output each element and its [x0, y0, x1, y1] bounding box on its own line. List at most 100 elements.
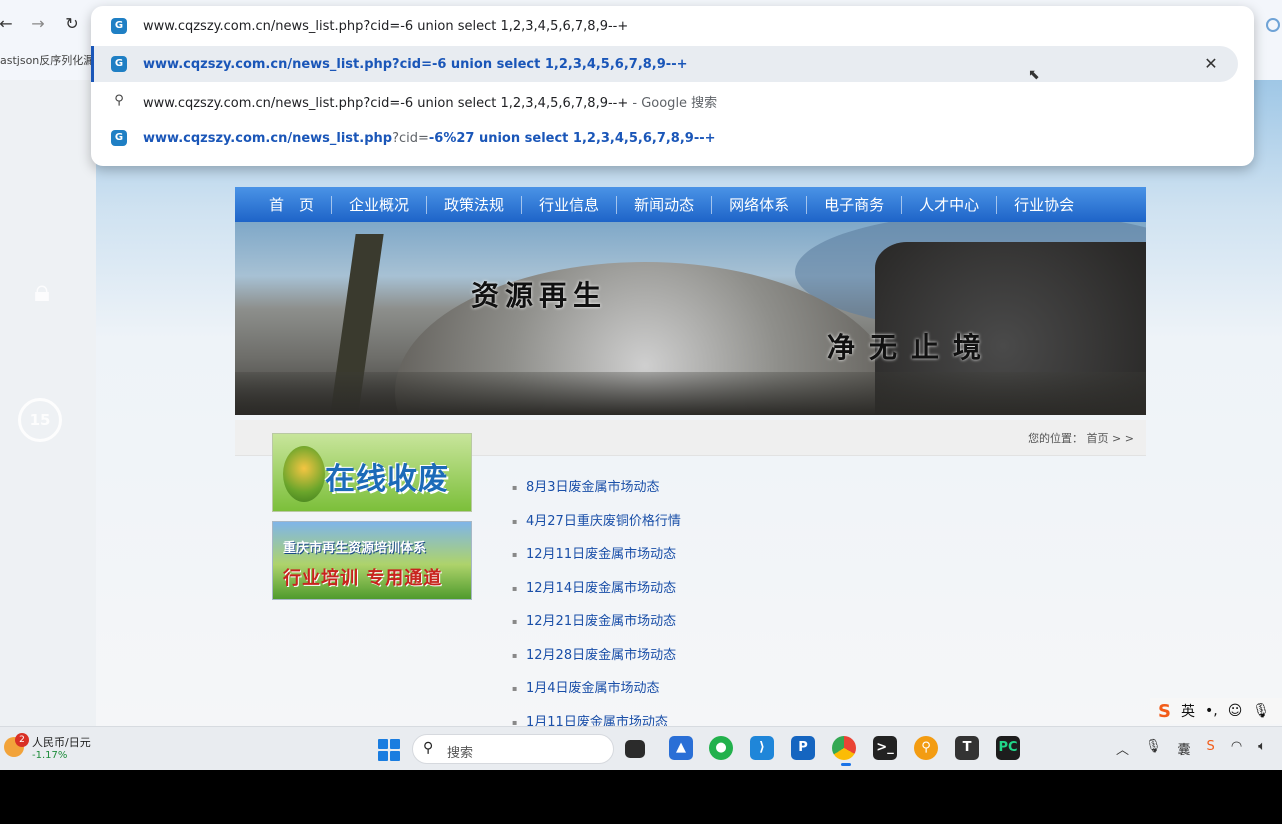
- nav-item-ecommerce[interactable]: 电子商务: [807, 194, 901, 215]
- back-icon[interactable]: ←: [0, 12, 18, 36]
- list-item: ▪ 1月4日废金属市场动态: [512, 679, 912, 713]
- news-link[interactable]: 1月11日废金属市场动态: [526, 714, 668, 727]
- nav-item-industry-info[interactable]: 行业信息: [522, 194, 616, 215]
- bullet-icon: ▪: [512, 550, 518, 559]
- news-link[interactable]: 12月11日废金属市场动态: [526, 546, 676, 564]
- banner-slogan-2: 净无止境: [827, 331, 996, 364]
- bookmark-item[interactable]: astjson反序列化漏: [0, 50, 96, 72]
- list-item: ▪ 1月11日废金属市场动态: [512, 713, 912, 727]
- remove-suggestion-icon[interactable]: ✕: [1201, 54, 1221, 74]
- nav-item-network[interactable]: 网络体系: [712, 194, 806, 215]
- ime-punct-toggle[interactable]: •,: [1205, 703, 1218, 719]
- omnibox-suggestion-selected[interactable]: G www.cqzszy.com.cn/news_list.php?cid=-6…: [91, 46, 1238, 82]
- nav-item-home[interactable]: 首 页: [235, 194, 331, 215]
- ime-mode-toggle[interactable]: 英: [1181, 701, 1195, 721]
- news-list: ▪ 8月3日废金属市场动态 ▪ 4月27日重庆废铜价格行情 ▪ 12月11日废金属市场…: [512, 478, 912, 726]
- taskbar-search-placeholder: 搜索: [447, 746, 474, 761]
- list-item: ▪ 4月27日重庆废铜价格行情: [512, 512, 912, 546]
- suggestion-url-part: -6%27: [428, 130, 475, 146]
- suggestion-url-part: www.cqzszy.com.cn/news_list.php: [143, 130, 393, 146]
- online-recycling-ad[interactable]: 在线收废: [272, 433, 472, 512]
- breadcrumb-text[interactable]: 您的位置： 首页 > >: [1028, 430, 1134, 446]
- news-link[interactable]: 12月14日废金属市场动态: [526, 580, 676, 598]
- news-link[interactable]: 4月27日重庆废铜价格行情: [526, 513, 681, 531]
- nav-item-policy[interactable]: 政策法规: [427, 194, 521, 215]
- bullet-icon: ▪: [512, 650, 518, 660]
- site-favicon-icon: G: [111, 130, 127, 146]
- banner-ground: [235, 372, 1146, 415]
- ad1-title: 在线收废: [325, 462, 449, 497]
- taskbar: 2 人民币/日元 -1.17% ⚲ 搜索 ▲ ● ⟩ P >_ ⚲ T PC ︿…: [0, 726, 1282, 770]
- nav-item-association[interactable]: 行业协会: [997, 194, 1091, 215]
- nav-item-company[interactable]: 企业概况: [332, 194, 426, 215]
- omnibox-dropdown: G www.cqzszy.com.cn/news_list.php?cid=-6…: [91, 6, 1254, 166]
- sogou-tray-icon[interactable]: S: [1207, 739, 1215, 758]
- taskbar-search[interactable]: ⚲ 搜索: [412, 734, 614, 764]
- rewind-15-icon[interactable]: 15: [18, 398, 62, 442]
- windows-start-icon[interactable]: [378, 739, 400, 761]
- typora-icon[interactable]: T: [955, 736, 979, 760]
- mouse-cursor-icon: ⬉: [1028, 67, 1040, 83]
- suggestion-url-part: ?cid=: [392, 130, 429, 146]
- nav-item-news[interactable]: 新闻动态: [617, 194, 711, 215]
- news-link[interactable]: 12月28日废金属市场动态: [526, 647, 676, 665]
- widget-change: -1.17%: [32, 750, 68, 761]
- site-favicon-icon: G: [111, 56, 127, 72]
- news-link[interactable]: 8月3日废金属市场动态: [526, 479, 660, 497]
- profile-icon[interactable]: [1266, 18, 1280, 32]
- bullet-icon: ▪: [512, 617, 518, 626]
- omnibox-input-row[interactable]: G www.cqzszy.com.cn/news_list.php?cid=-6…: [91, 8, 1254, 44]
- ime-mic-icon[interactable]: 🎙︎: [1252, 703, 1270, 719]
- selection-indicator: [91, 46, 94, 82]
- bullet-icon: ▪: [512, 483, 518, 492]
- omnibox-suggestion-history[interactable]: G www.cqzszy.com.cn/news_list.php?cid=-6…: [91, 120, 1254, 156]
- news-link[interactable]: 12月21日废金属市场动态: [526, 613, 676, 631]
- volume-icon[interactable]: 🔈︎: [1258, 739, 1266, 758]
- suggestion-url: www.cqzszy.com.cn/news_list.php?cid=-6%2…: [143, 131, 716, 146]
- recycle-mascot-icon: [283, 446, 325, 502]
- reload-icon[interactable]: ↻: [60, 12, 84, 36]
- wifi-icon[interactable]: ◠: [1231, 739, 1242, 758]
- ime-toolbar: S 英 •, ☺ 🎙︎: [1150, 698, 1282, 724]
- banner-slogan-1: 资源再生: [471, 279, 608, 312]
- bullet-icon: ▪: [512, 516, 518, 526]
- pycharm-icon[interactable]: PC: [996, 736, 1020, 760]
- pycharm-p-icon[interactable]: P: [791, 736, 815, 760]
- bullet-icon: ▪: [512, 583, 518, 593]
- search-icon: ⚲: [423, 740, 434, 756]
- nav-item-talent[interactable]: 人才中心: [902, 194, 996, 215]
- omnibox-suggestion-search[interactable]: ⚲ www.cqzszy.com.cn/news_list.php?cid=-6…: [91, 83, 1254, 119]
- site-favicon-icon: G: [111, 18, 127, 34]
- widget-title: 人民币/日元: [32, 736, 91, 749]
- microphone-icon[interactable]: 🎙︎: [1145, 739, 1162, 758]
- photos-icon[interactable]: ▲: [669, 736, 693, 760]
- lock-icon[interactable]: 🔒︎: [22, 272, 62, 312]
- notification-badge: 2: [15, 733, 29, 747]
- forward-icon[interactable]: →: [26, 12, 50, 36]
- terminal-icon[interactable]: >_: [873, 736, 897, 760]
- system-tray: ︿ 🎙︎ 囊 S ◠ 🔈︎: [1116, 739, 1266, 758]
- search-tool-icon[interactable]: ⚲: [914, 736, 938, 760]
- list-item: ▪ 12月28日废金属市场动态: [512, 646, 912, 680]
- news-link[interactable]: 1月4日废金属市场动态: [526, 680, 660, 698]
- search-icon: ⚲: [114, 93, 124, 108]
- omnibox-input[interactable]: www.cqzszy.com.cn/news_list.php?cid=-6 u…: [143, 19, 628, 34]
- suggestion-url-part: union select 1,2,3,4,5,6,7,8,9--+: [474, 130, 716, 146]
- input-method-icon[interactable]: 囊: [1178, 739, 1191, 758]
- list-item: ▪ 12月21日废金属市场动态: [512, 612, 912, 646]
- suggestion-search-text: www.cqzszy.com.cn/news_list.php?cid=-6 u…: [143, 92, 717, 111]
- emoji-icon[interactable]: ☺: [1228, 703, 1243, 719]
- list-item: ▪ 12月11日废金属市场动态: [512, 545, 912, 579]
- training-ad[interactable]: 重庆市再生资源培训体系 行业培训 专用通道: [272, 521, 472, 600]
- task-view-icon[interactable]: [625, 740, 645, 758]
- chrome-icon[interactable]: [832, 736, 856, 760]
- wechat-icon[interactable]: ●: [709, 736, 733, 760]
- bullet-icon: ▪: [512, 717, 518, 727]
- list-item: ▪ 12月14日废金属市场动态: [512, 579, 912, 613]
- list-item: ▪ 8月3日废金属市场动态: [512, 478, 912, 512]
- currency-widget[interactable]: 2 人民币/日元 -1.17%: [4, 733, 104, 765]
- chevron-up-icon[interactable]: ︿: [1116, 739, 1129, 758]
- vscode-icon[interactable]: ⟩: [750, 736, 774, 760]
- sogou-ime-icon[interactable]: S: [1158, 701, 1171, 722]
- ad2-subtitle: 重庆市再生资源培训体系: [283, 541, 427, 556]
